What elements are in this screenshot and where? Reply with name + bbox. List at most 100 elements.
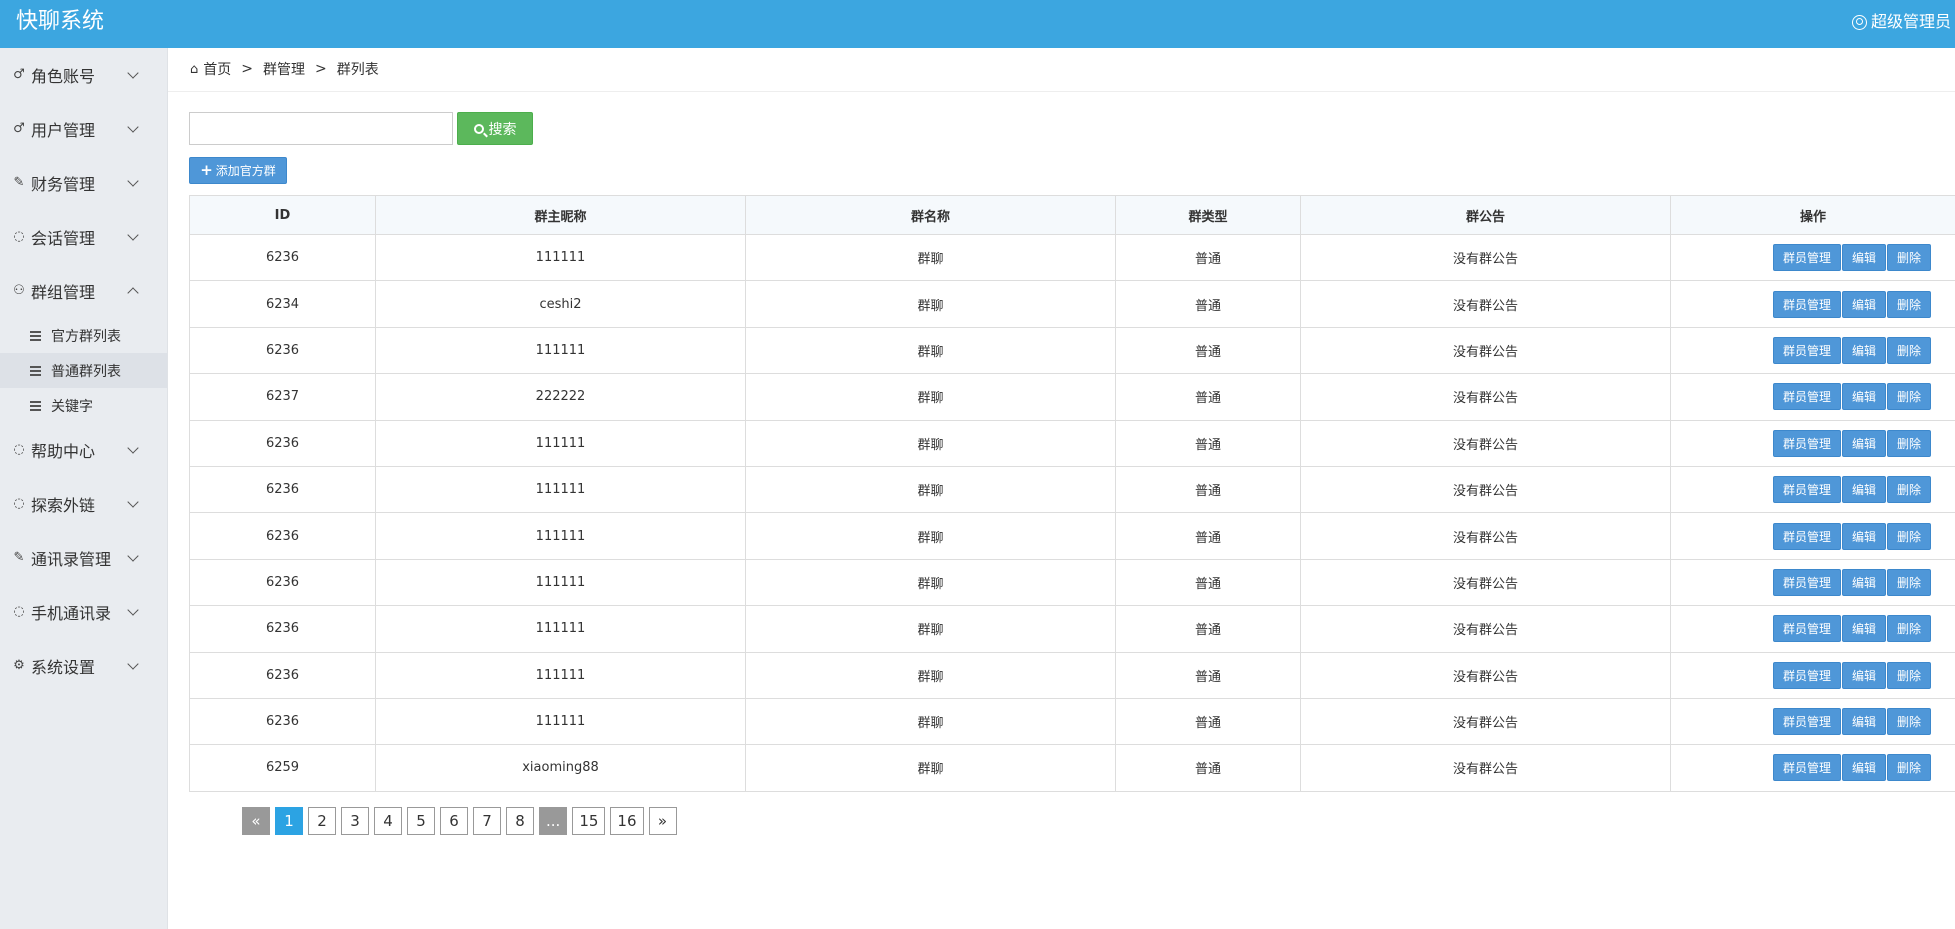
add-official-group-button[interactable]: + 添加官方群 xyxy=(189,157,287,184)
page-button[interactable]: 16 xyxy=(610,807,644,835)
cell-owner: 222222 xyxy=(375,373,746,421)
cell-id: 6259 xyxy=(189,744,376,792)
members-button[interactable]: 群员管理 xyxy=(1773,568,1842,596)
members-button[interactable]: 群员管理 xyxy=(1773,290,1842,318)
next-page-button[interactable]: » xyxy=(648,807,677,835)
cell-name: 群聊 xyxy=(745,326,1116,375)
cell-id: 6236 xyxy=(189,558,376,607)
sidebar-item[interactable]: ✎ 通讯录管理 xyxy=(0,531,167,585)
page-button[interactable]: 6 xyxy=(440,807,468,835)
breadcrumb-home[interactable]: 首页 xyxy=(203,59,231,79)
cell-type: 普通 xyxy=(1115,512,1301,560)
sidebar-item[interactable]: ◌ 帮助中心 xyxy=(0,423,167,477)
cell-notice: 没有群公告 xyxy=(1300,280,1671,328)
search-button-label: 搜索 xyxy=(488,121,517,138)
delete-button[interactable]: 删除 xyxy=(1887,290,1932,318)
sidebar-item[interactable]: ✎ 财务管理 xyxy=(0,156,167,210)
search-icon xyxy=(473,123,484,134)
page-button[interactable]: 15 xyxy=(572,807,606,835)
page-button[interactable]: 1 xyxy=(275,807,303,835)
column-header-name: 群名称 xyxy=(745,195,1116,235)
add-official-group-label: 添加官方群 xyxy=(215,164,276,178)
members-button[interactable]: 群员管理 xyxy=(1773,336,1842,364)
delete-button[interactable]: 删除 xyxy=(1887,244,1932,272)
edit-button[interactable]: 编辑 xyxy=(1842,522,1887,550)
sidebar-item[interactable]: ◌ 会话管理 xyxy=(0,210,167,264)
edit-button[interactable]: 编辑 xyxy=(1842,244,1887,272)
prev-page-button[interactable]: « xyxy=(242,807,270,835)
page-button[interactable]: 2 xyxy=(308,807,336,835)
sidebar-item[interactable]: ♂ 角色账号 xyxy=(0,48,167,102)
edit-button[interactable]: 编辑 xyxy=(1842,429,1887,457)
members-button[interactable]: 群员管理 xyxy=(1773,383,1842,411)
members-button[interactable]: 群员管理 xyxy=(1773,661,1842,689)
page-button[interactable]: 5 xyxy=(407,807,435,835)
breadcrumb-group-management[interactable]: 群管理 xyxy=(263,59,305,79)
sidebar-subitem[interactable]: 官方群列表 xyxy=(0,318,167,353)
page-button[interactable]: 4 xyxy=(374,807,402,835)
cell-id: 6236 xyxy=(189,326,376,375)
cell-name: 群聊 xyxy=(745,373,1116,421)
members-button[interactable]: 群员管理 xyxy=(1773,754,1842,782)
edit-button[interactable]: 编辑 xyxy=(1842,383,1887,411)
delete-button[interactable]: 删除 xyxy=(1887,522,1932,550)
sidebar-subitem[interactable]: 普通群列表 xyxy=(0,353,167,388)
sidebar-item[interactable]: ⚇ 群组管理 xyxy=(0,264,167,318)
cell-notice: 没有群公告 xyxy=(1300,744,1671,792)
sidebar-item[interactable]: ⚙ 系统设置 xyxy=(0,639,167,693)
table-row: 6234 ceshi2 群聊 普通 没有群公告 群员管理 编辑 删除 xyxy=(189,280,1955,328)
delete-button[interactable]: 删除 xyxy=(1887,429,1932,457)
delete-button[interactable]: 删除 xyxy=(1887,754,1932,782)
members-button[interactable]: 群员管理 xyxy=(1773,522,1842,550)
cell-ops: 群员管理 编辑 删除 xyxy=(1670,697,1955,746)
cell-id: 6237 xyxy=(189,373,376,421)
edit-button[interactable]: 编辑 xyxy=(1842,661,1887,689)
table-row: 6236 111111 群聊 普通 没有群公告 群员管理 编辑 删除 xyxy=(189,512,1955,560)
edit-button[interactable]: 编辑 xyxy=(1842,476,1887,504)
members-button[interactable]: 群员管理 xyxy=(1773,708,1842,736)
table-row: 6236 111111 群聊 普通 没有群公告 群员管理 编辑 删除 xyxy=(189,558,1955,607)
group-table: ID 群主昵称 群名称 群类型 群公告 操作 6236 111111 群聊 普通 没有群… xyxy=(189,195,1955,792)
delete-button[interactable]: 删除 xyxy=(1887,383,1932,411)
user-menu[interactable]: 超级管理员 xyxy=(1851,0,1951,44)
members-button[interactable]: 群员管理 xyxy=(1773,244,1842,272)
cell-ops: 群员管理 编辑 删除 xyxy=(1670,744,1955,792)
cell-notice: 没有群公告 xyxy=(1300,697,1671,746)
page-button[interactable]: 8 xyxy=(506,807,534,835)
page-button[interactable]: 7 xyxy=(473,807,501,835)
sidebar-item[interactable]: ◌ 探索外链 xyxy=(0,477,167,531)
column-header-ops: 操作 xyxy=(1670,195,1955,235)
edit-button[interactable]: 编辑 xyxy=(1842,336,1887,364)
cell-name: 群聊 xyxy=(745,419,1116,467)
delete-button[interactable]: 删除 xyxy=(1887,615,1932,643)
delete-button[interactable]: 删除 xyxy=(1887,476,1932,504)
table-row: 6236 111111 群聊 普通 没有群公告 群员管理 编辑 删除 xyxy=(189,233,1955,282)
cell-type: 普通 xyxy=(1115,697,1301,746)
sidebar-item[interactable]: ◌ 手机通讯录 xyxy=(0,585,167,639)
sidebar-item[interactable]: ♂ 用户管理 xyxy=(0,102,167,156)
edit-button[interactable]: 编辑 xyxy=(1842,708,1887,736)
delete-button[interactable]: 删除 xyxy=(1887,336,1932,364)
chevron-down-icon xyxy=(127,496,139,508)
sidebar-subitem[interactable]: 关键字 xyxy=(0,388,167,423)
cell-type: 普通 xyxy=(1115,651,1301,699)
members-button[interactable]: 群员管理 xyxy=(1773,429,1842,457)
cell-type: 普通 xyxy=(1115,605,1301,653)
edit-button[interactable]: 编辑 xyxy=(1842,568,1887,596)
members-button[interactable]: 群员管理 xyxy=(1773,476,1842,504)
edit-button[interactable]: 编辑 xyxy=(1842,754,1887,782)
cell-owner: xiaoming88 xyxy=(375,744,746,792)
delete-button[interactable]: 删除 xyxy=(1887,661,1932,689)
cell-owner: 111111 xyxy=(375,419,746,467)
cell-owner: 111111 xyxy=(375,326,746,375)
search-input[interactable] xyxy=(189,112,453,145)
delete-button[interactable]: 删除 xyxy=(1887,568,1932,596)
table-row: 6236 111111 群聊 普通 没有群公告 群员管理 编辑 删除 xyxy=(189,605,1955,653)
edit-button[interactable]: 编辑 xyxy=(1842,290,1887,318)
delete-button[interactable]: 删除 xyxy=(1887,708,1932,736)
sidebar-subitem-label: 官方群列表 xyxy=(51,328,121,345)
members-button[interactable]: 群员管理 xyxy=(1773,615,1842,643)
search-button[interactable]: 搜索 xyxy=(457,112,533,145)
page-button[interactable]: 3 xyxy=(341,807,369,835)
edit-button[interactable]: 编辑 xyxy=(1842,615,1887,643)
